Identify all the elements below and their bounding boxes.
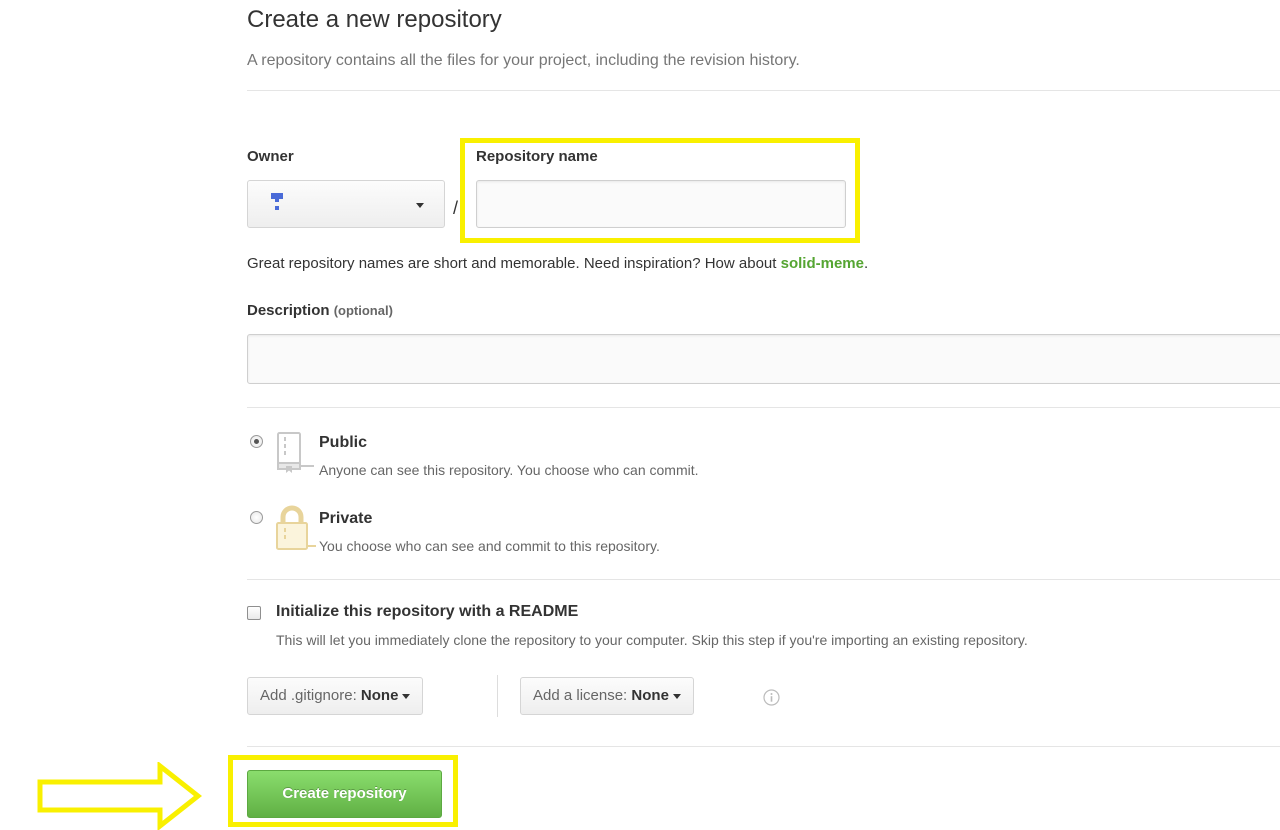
owner-separator: / xyxy=(453,198,459,218)
arrow-right-icon xyxy=(37,762,202,830)
chevron-down-icon xyxy=(416,203,424,208)
header-divider xyxy=(247,90,1280,91)
lock-icon xyxy=(276,505,316,550)
gitignore-value: None xyxy=(360,687,399,704)
owner-dropdown[interactable] xyxy=(247,180,445,228)
public-description: Anyone can see this repository. You choo… xyxy=(319,462,699,478)
page-title: Create a new repository xyxy=(247,6,502,33)
description-divider xyxy=(247,407,1280,408)
page-subtitle: A repository contains all the files for … xyxy=(247,52,800,69)
repo-book-icon xyxy=(277,432,314,473)
name-suggestion[interactable]: solid-meme xyxy=(781,255,864,272)
description-label: Description (optional) xyxy=(247,302,393,319)
dropdown-separator xyxy=(497,675,498,717)
info-icon[interactable] xyxy=(763,689,780,706)
description-input[interactable] xyxy=(247,334,1280,384)
description-optional: (optional) xyxy=(333,303,393,318)
gitignore-label: Add .gitignore: xyxy=(260,687,357,704)
private-radio[interactable] xyxy=(250,511,263,524)
owner-avatar xyxy=(271,193,283,210)
license-dropdown[interactable]: Add a license: None xyxy=(520,677,694,715)
readme-checkbox[interactable] xyxy=(247,606,261,620)
gitignore-dropdown[interactable]: Add .gitignore: None xyxy=(247,677,424,715)
readme-title[interactable]: Initialize this repository with a README xyxy=(276,603,578,621)
create-button-highlight xyxy=(228,755,458,827)
hint-end: . xyxy=(863,255,869,272)
hint-text: Great repository names are short and mem… xyxy=(247,255,781,272)
visibility-divider xyxy=(247,579,1280,580)
license-label: Add a license: xyxy=(533,687,628,704)
license-value: None xyxy=(631,687,669,704)
chevron-down-icon xyxy=(402,693,411,699)
private-description: You choose who can see and commit to thi… xyxy=(319,538,660,554)
readme-description: This will let you immediately clone the … xyxy=(276,632,1028,648)
public-title: Public xyxy=(319,434,368,451)
owner-label: Owner xyxy=(247,148,294,165)
options-divider xyxy=(247,746,1280,747)
private-title: Private xyxy=(319,510,373,527)
public-radio[interactable] xyxy=(250,435,263,448)
repository-name-highlight xyxy=(460,138,860,243)
description-label-text: Description xyxy=(247,302,330,319)
repository-name-hint: Great repository names are short and mem… xyxy=(247,255,868,272)
chevron-down-icon xyxy=(672,693,681,699)
